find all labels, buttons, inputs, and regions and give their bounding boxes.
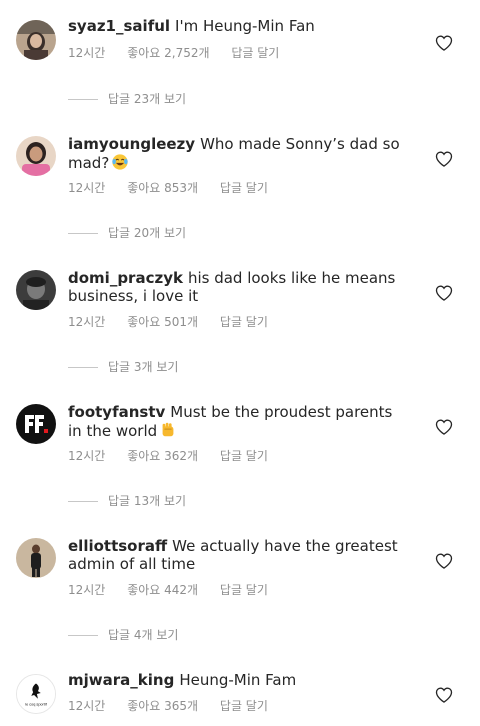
comment-text: mjwara_king Heung-Min Fam [68, 671, 408, 689]
comment-likes[interactable]: 좋아요 365개 [127, 699, 198, 713]
avatar-logo-text: le coq sportif [25, 702, 47, 706]
comment-text: domi_praczyk his dad looks like he means … [68, 269, 408, 305]
comment-time: 12시간 [68, 449, 106, 463]
comment-meta: 12시간 좋아요 442개 답글 달기 [68, 581, 286, 598]
laughing-tears-emoji [111, 153, 129, 175]
comment-time: 12시간 [68, 181, 106, 195]
replies-divider [68, 233, 98, 234]
heart-outline-icon[interactable] [434, 551, 454, 571]
comment-time: 12시간 [68, 583, 106, 597]
comment-time: 12시간 [68, 315, 106, 329]
replies-divider [68, 367, 98, 368]
comment-meta: 12시간 좋아요 2,752개 답글 달기 [68, 44, 297, 61]
comment-text: syaz1_saiful I'm Heung-Min Fan [68, 17, 408, 35]
avatar[interactable]: le coq sportif [16, 674, 56, 714]
comment-username[interactable]: footyfanstv [68, 403, 165, 421]
comment-likes[interactable]: 좋아요 362개 [127, 449, 198, 463]
avatar[interactable] [16, 20, 56, 60]
comment-time: 12시간 [68, 46, 106, 60]
view-replies-button[interactable]: 답글 3개 보기 [68, 358, 178, 375]
view-replies-label: 답글 13개 보기 [108, 494, 187, 508]
avatar[interactable] [16, 136, 56, 176]
view-replies-button[interactable]: 답글 13개 보기 [68, 492, 186, 509]
avatar[interactable] [16, 538, 56, 578]
view-replies-label: 답글 23개 보기 [108, 92, 187, 106]
replies-divider [68, 635, 98, 636]
reply-button[interactable]: 답글 달기 [231, 46, 279, 60]
comment-meta: 12시간 좋아요 501개 답글 달기 [68, 313, 286, 330]
comment-username[interactable]: elliottsoraff [68, 537, 167, 555]
comment-username[interactable]: iamyoungleezy [68, 135, 195, 153]
comment-likes[interactable]: 좋아요 853개 [127, 181, 198, 195]
heart-outline-icon[interactable] [434, 149, 454, 169]
view-replies-label: 답글 3개 보기 [108, 360, 179, 374]
comment-meta: 12시간 좋아요 365개 답글 달기 [68, 697, 286, 714]
comment-text: footyfanstv Must be the proudest parents … [68, 403, 408, 443]
comment-body: I'm Heung-Min Fan [175, 17, 315, 35]
replies-divider [68, 501, 98, 502]
avatar[interactable] [16, 270, 56, 310]
heart-outline-icon[interactable] [434, 417, 454, 437]
avatar[interactable] [16, 404, 56, 444]
comment-username[interactable]: mjwara_king [68, 671, 174, 689]
heart-outline-icon[interactable] [434, 685, 454, 705]
view-replies-button[interactable]: 답글 20개 보기 [68, 224, 186, 241]
reply-button[interactable]: 답글 달기 [220, 583, 268, 597]
view-replies-button[interactable]: 답글 4개 보기 [68, 626, 178, 643]
comment-body: Heung-Min Fam [179, 671, 297, 689]
reply-button[interactable]: 답글 달기 [220, 181, 268, 195]
reply-button[interactable]: 답글 달기 [220, 315, 268, 329]
comment-likes[interactable]: 좋아요 442개 [127, 583, 198, 597]
raised-fist-emoji [159, 421, 177, 443]
heart-outline-icon[interactable] [434, 33, 454, 53]
replies-divider [68, 99, 98, 100]
comment-text: iamyoungleezy Who made Sonny’s dad so mad… [68, 135, 408, 175]
reply-button[interactable]: 답글 달기 [220, 449, 268, 463]
comment-time: 12시간 [68, 699, 106, 713]
comment-likes[interactable]: 좋아요 501개 [127, 315, 198, 329]
comment-username[interactable]: syaz1_saiful [68, 17, 170, 35]
comment-username[interactable]: domi_praczyk [68, 269, 183, 287]
reply-button[interactable]: 답글 달기 [220, 699, 268, 713]
heart-outline-icon[interactable] [434, 283, 454, 303]
comment-meta: 12시간 좋아요 853개 답글 달기 [68, 179, 286, 196]
comment-meta: 12시간 좋아요 362개 답글 달기 [68, 447, 286, 464]
comment-text: elliottsoraff We actually have the greate… [68, 537, 408, 573]
view-replies-label: 답글 20개 보기 [108, 226, 187, 240]
view-replies-label: 답글 4개 보기 [108, 628, 179, 642]
comment-likes[interactable]: 좋아요 2,752개 [127, 46, 209, 60]
view-replies-button[interactable]: 답글 23개 보기 [68, 90, 186, 107]
